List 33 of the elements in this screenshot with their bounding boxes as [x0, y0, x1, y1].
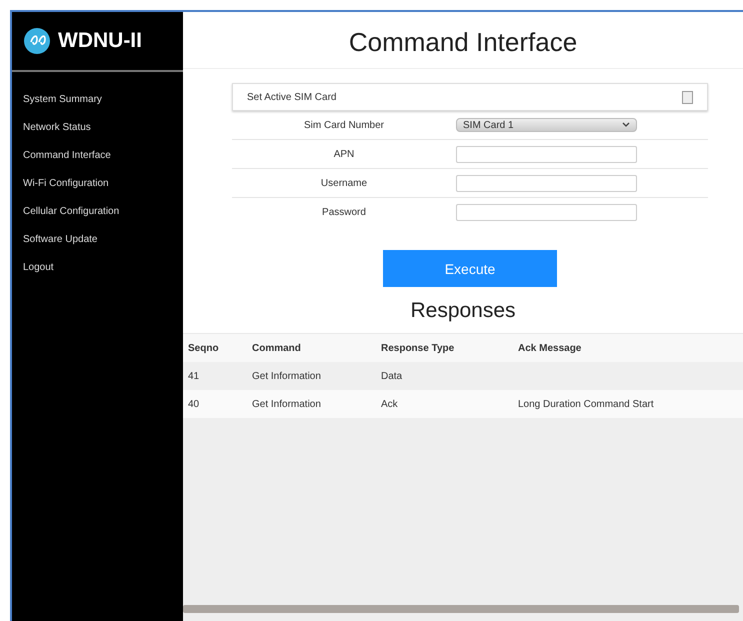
input-field[interactable]: [456, 146, 637, 162]
chevron-down-icon: [622, 122, 630, 128]
table-cell: Get Information: [252, 398, 321, 410]
input-field[interactable]: [456, 204, 637, 220]
table-cell: Ack: [381, 398, 398, 410]
sidebar-item[interactable]: Network Status: [12, 114, 183, 142]
select-field[interactable]: SIM Card 1: [456, 118, 637, 132]
column-header: Command: [251, 334, 380, 362]
column-header: Seqno: [183, 334, 251, 362]
input-field[interactable]: [456, 174, 637, 192]
brand-name: WDNU-II: [58, 29, 142, 53]
table-cell: 41: [188, 370, 200, 382]
sidebar-item[interactable]: Software Update: [12, 226, 183, 254]
sidebar-item[interactable]: Wi-Fi Configuration: [12, 170, 183, 198]
table-cell: Data: [381, 370, 402, 382]
field-label: Sim Card Number: [302, 120, 386, 130]
command-select[interactable]: Set Active SIM Card: [232, 83, 708, 111]
field-label: Username: [320, 178, 368, 188]
sidebar-item[interactable]: Command Interface: [12, 142, 183, 170]
sidebar-item[interactable]: System Summary: [12, 86, 183, 114]
field-label: APN: [332, 148, 356, 160]
section-title: Responses: [409, 298, 517, 324]
sidebar-item[interactable]: Cellular Configuration: [12, 198, 183, 226]
field-label: Password: [321, 206, 367, 218]
page-title: Command Interface: [183, 12, 743, 69]
logo-icon: [24, 28, 50, 54]
column-header: Ack Message: [517, 334, 743, 362]
sidebar-item[interactable]: Logout: [12, 254, 183, 282]
table-cell: Long Duration Command Start: [518, 398, 654, 410]
table-cell: Get Information: [252, 370, 321, 382]
scrollbar[interactable]: [183, 605, 739, 613]
table-cell: 40: [188, 398, 200, 410]
column-header: Response Type: [380, 334, 517, 362]
